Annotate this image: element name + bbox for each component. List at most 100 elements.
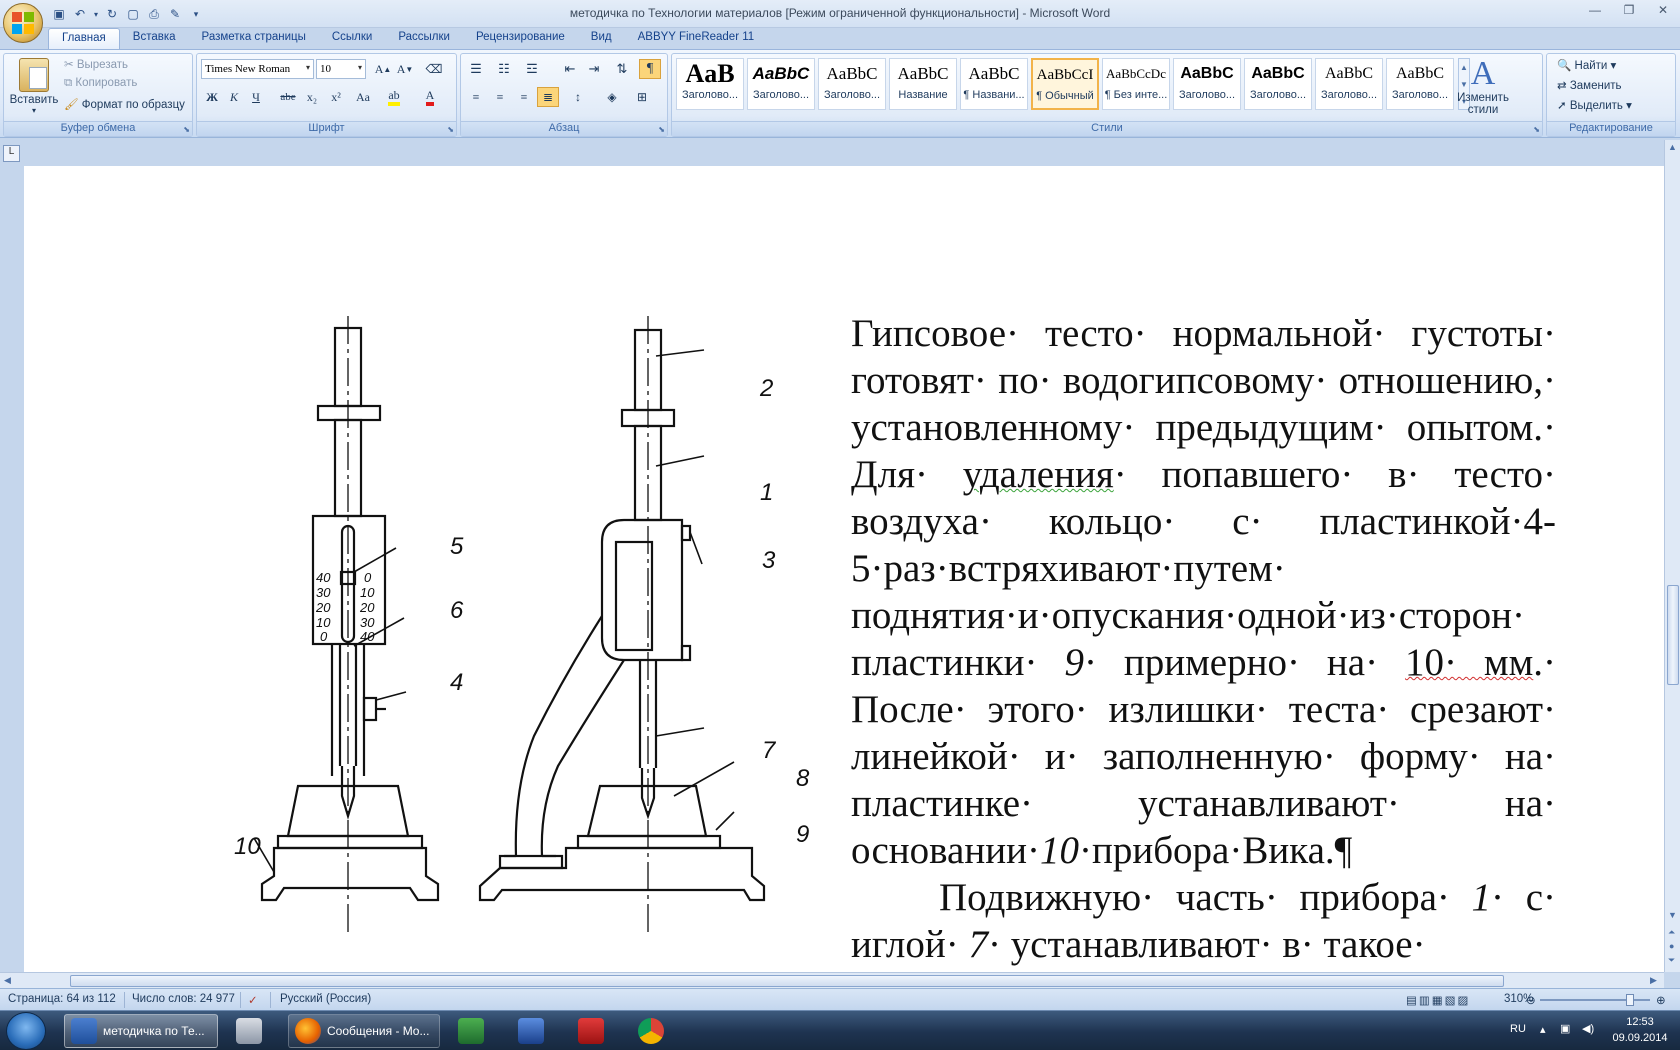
close-icon[interactable]: ✕ [1646, 0, 1680, 20]
taskbar-excel[interactable] [452, 1014, 498, 1048]
paste-button[interactable]: Вставить ▾ [8, 56, 60, 118]
scroll-right-icon[interactable]: ▶ [1650, 975, 1657, 986]
shading-icon[interactable]: ◈ [601, 87, 623, 107]
numbering-icon[interactable]: ☷ [493, 59, 515, 79]
copy-button[interactable]: ⧉ Копировать [64, 77, 137, 90]
style-tile[interactable]: AaBbC Название [889, 58, 957, 110]
replace-button[interactable]: ⇄ Заменить [1557, 78, 1622, 92]
italic-button[interactable]: К [223, 87, 245, 107]
network-icon[interactable]: ▣ [1560, 1022, 1570, 1035]
tab-insert[interactable]: Вставка [120, 28, 189, 50]
zoom-out-icon[interactable]: ⊖ [1526, 993, 1536, 1007]
style-tile[interactable]: AaBbC Заголово... [1315, 58, 1383, 110]
next-page-icon[interactable]: ⏷ [1668, 955, 1675, 966]
align-center-icon[interactable]: ≡ [489, 87, 511, 107]
style-tile[interactable]: AaBbC Заголово... [818, 58, 886, 110]
word-count[interactable]: Число слов: 24 977 [132, 993, 235, 1005]
taskbar-firefox-window[interactable]: Сообщения - Mo... [288, 1014, 440, 1048]
previous-page-icon[interactable]: ⏶ [1668, 927, 1675, 938]
document-body-text[interactable]: Гипсовое· тесто· нормальной· густоты· го… [851, 310, 1556, 968]
align-left-icon[interactable]: ≡ [465, 87, 487, 107]
zoom-slider[interactable] [1540, 994, 1650, 1006]
view-buttons[interactable]: ▤▥▦▧▨ [1406, 993, 1470, 1007]
tab-review[interactable]: Рецензирование [463, 28, 578, 50]
scroll-down-icon[interactable]: ▼ [1668, 910, 1677, 920]
tab-page-layout[interactable]: Разметка страницы [189, 28, 319, 50]
maximize-icon[interactable]: ❐ [1612, 0, 1646, 20]
highlight-icon[interactable]: ab [383, 87, 405, 107]
underline-button[interactable]: Ч [245, 87, 267, 107]
clock-date[interactable]: 09.09.2014 [1610, 1032, 1670, 1044]
decrease-indent-icon[interactable]: ⇤ [559, 59, 581, 79]
taskbar-word-window[interactable]: методичка по Те... [64, 1014, 218, 1048]
strikethrough-button[interactable]: abe [277, 87, 299, 107]
tab-view[interactable]: Вид [578, 28, 625, 50]
proofing-icon[interactable]: ✓ [248, 993, 258, 1007]
change-styles-button[interactable]: A Изменить стили [1454, 56, 1512, 117]
clock-time[interactable]: 12:53 [1610, 1016, 1670, 1028]
start-button[interactable] [6, 1012, 46, 1050]
page-count[interactable]: Страница: 64 из 112 [8, 993, 116, 1005]
format-painter-button[interactable]: 🖌 Формат по образцу [64, 97, 185, 111]
dialog-launcher-icon[interactable]: ⬊ [1533, 125, 1540, 134]
cut-button[interactable]: ✂ Вырезать [64, 57, 128, 71]
tab-references[interactable]: Ссылки [319, 28, 386, 50]
browse-object-icon[interactable]: ● [1669, 941, 1674, 951]
paragraph[interactable]: Подвижную· часть· прибора· 1· с· иглой· … [851, 874, 1556, 968]
style-tile-selected[interactable]: AaBbCcI ¶ Обычный [1031, 58, 1099, 110]
change-case-button[interactable]: Aa [349, 87, 377, 107]
select-button[interactable]: ➚ Выделить ▾ [1557, 98, 1632, 112]
document-page[interactable]: 40 30 20 10 0 0 10 20 30 40 1 2 3 4 5 6 … [24, 166, 1664, 972]
increase-indent-icon[interactable]: ⇥ [583, 59, 605, 79]
style-tile[interactable]: AaB Заголово... [676, 58, 744, 110]
input-language[interactable]: RU [1510, 1023, 1526, 1035]
office-button[interactable] [3, 3, 43, 43]
find-button[interactable]: 🔍 Найти ▾ [1557, 58, 1616, 72]
style-tile[interactable]: AaBbC Заголово... [1244, 58, 1312, 110]
taskbar-chrome[interactable] [632, 1014, 678, 1048]
borders-icon[interactable]: ⊞ [631, 87, 653, 107]
dialog-launcher-icon[interactable]: ⬊ [658, 125, 665, 134]
vertical-scrollbar[interactable]: ▲ ▼ ⏶ ● ⏷ [1664, 140, 1680, 972]
taskbar-save-app[interactable] [512, 1014, 558, 1048]
minimize-icon[interactable]: — [1578, 0, 1612, 20]
volume-icon[interactable]: ◀) [1582, 1022, 1594, 1035]
zoom-in-icon[interactable]: ⊕ [1656, 993, 1666, 1007]
paragraph[interactable]: Гипсовое· тесто· нормальной· густоты· го… [851, 310, 1556, 874]
zoom-slider-thumb[interactable] [1626, 994, 1634, 1006]
scroll-up-icon[interactable]: ▲ [1668, 142, 1677, 152]
horizontal-scrollbar[interactable]: ◀ ▶ [0, 972, 1664, 988]
dialog-launcher-icon[interactable]: ⬊ [447, 125, 454, 134]
font-color-icon[interactable]: A [419, 87, 441, 107]
tab-home[interactable]: Главная [48, 28, 120, 50]
scroll-left-icon[interactable]: ◀ [4, 975, 11, 986]
style-tile[interactable]: AaBbC Заголово... [747, 58, 815, 110]
taskbar-calculator[interactable] [230, 1014, 276, 1048]
multilevel-list-icon[interactable]: ☲ [521, 59, 543, 79]
show-formatting-icon[interactable]: ¶ [639, 59, 661, 79]
style-tile[interactable]: AaBbC ¶ Названи... [960, 58, 1028, 110]
language-indicator[interactable]: Русский (Россия) [280, 993, 371, 1005]
show-hidden-icons-icon[interactable]: ▴ [1540, 1023, 1546, 1036]
tab-mailings[interactable]: Рассылки [385, 28, 463, 50]
taskbar-acrobat[interactable] [572, 1014, 618, 1048]
dialog-launcher-icon[interactable]: ⬊ [183, 125, 190, 134]
font-name-combo[interactable]: Times New Roman ▾ [201, 59, 314, 79]
sort-icon[interactable]: ⇅ [611, 59, 633, 79]
tab-selector[interactable]: L [3, 145, 20, 162]
tab-abbyy[interactable]: ABBYY FineReader 11 [625, 28, 768, 50]
line-spacing-icon[interactable]: ↕ [567, 87, 589, 107]
style-tile[interactable]: AaBbC Заголово... [1173, 58, 1241, 110]
grow-font-button[interactable]: A ▲ [372, 59, 394, 79]
font-size-combo[interactable]: 10 ▾ [316, 59, 366, 79]
style-tile[interactable]: AaBbC Заголово... [1386, 58, 1454, 110]
justify-icon[interactable]: ≣ [537, 87, 559, 107]
style-tile[interactable]: AaBbCcDc ¶ Без инте... [1102, 58, 1170, 110]
align-right-icon[interactable]: ≡ [513, 87, 535, 107]
subscript-button[interactable]: x₂ [301, 87, 323, 107]
shrink-font-button[interactable]: A ▼ [394, 59, 416, 79]
clear-formatting-icon[interactable]: ⌫ [423, 59, 445, 79]
horizontal-scroll-thumb[interactable] [70, 975, 1504, 987]
vertical-scroll-thumb[interactable] [1667, 585, 1679, 685]
bullets-icon[interactable]: ☰ [465, 59, 487, 79]
